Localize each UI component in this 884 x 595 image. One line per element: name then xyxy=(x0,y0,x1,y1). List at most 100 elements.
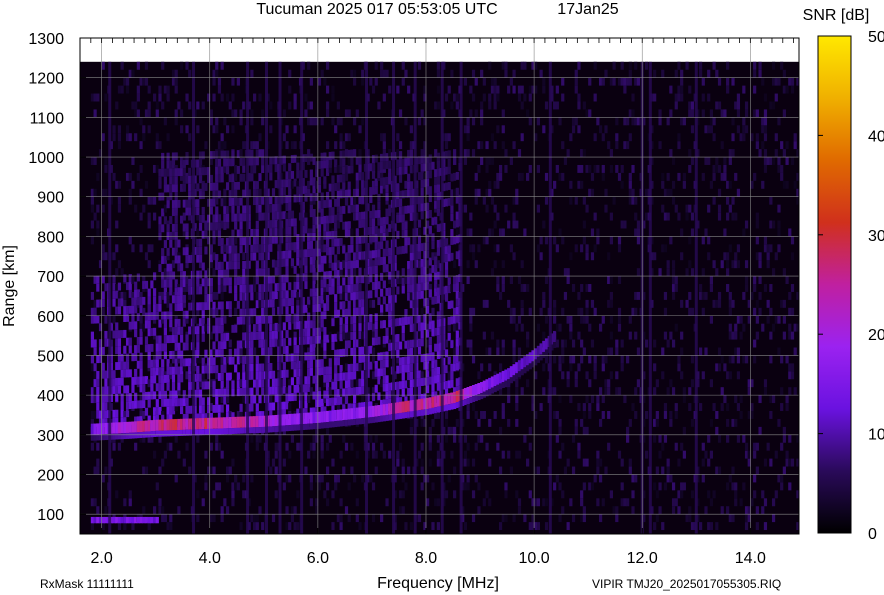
noise-cell xyxy=(515,395,519,404)
noise-cell xyxy=(593,474,597,483)
spread-cell xyxy=(331,318,335,327)
noise-cell xyxy=(653,522,657,531)
spread-cell xyxy=(147,352,151,361)
spread-cell xyxy=(128,345,132,354)
noise-cell xyxy=(242,323,246,332)
spread-cell xyxy=(215,396,219,405)
spread-cell xyxy=(261,196,265,205)
noise-cell xyxy=(455,101,459,110)
noise-cell xyxy=(344,506,349,515)
noise-cell xyxy=(604,466,608,475)
noise-cell xyxy=(404,522,408,531)
spread-cell xyxy=(234,221,238,230)
noise-cell xyxy=(555,474,559,483)
noise-cell xyxy=(517,506,522,515)
noise-cell xyxy=(585,371,589,380)
spread-cell xyxy=(196,199,200,208)
noise-cell xyxy=(463,204,468,213)
noise-cell xyxy=(401,466,405,475)
spread-cell xyxy=(161,383,165,391)
noise-cell xyxy=(204,474,208,483)
noise-cell xyxy=(480,363,484,372)
spread-cell xyxy=(163,343,167,352)
spread-cell xyxy=(255,181,259,190)
noise-cell xyxy=(501,125,505,134)
noise-cell xyxy=(250,69,254,78)
spread-cell xyxy=(220,372,224,381)
spread-cell xyxy=(417,251,422,260)
noise-cell xyxy=(96,228,100,237)
noise-cell xyxy=(125,77,130,86)
noise-cell xyxy=(474,474,478,483)
spread-cell xyxy=(209,174,213,183)
noise-cell xyxy=(112,172,116,181)
noise-cell xyxy=(593,355,597,364)
noise-cell xyxy=(569,498,573,507)
spread-cell xyxy=(377,209,381,218)
spread-cell xyxy=(120,401,124,410)
noise-cell xyxy=(358,244,362,253)
noise-cell xyxy=(274,466,278,475)
spread-cell xyxy=(196,334,200,343)
spread-cell xyxy=(385,264,389,273)
spread-cell xyxy=(388,160,392,169)
noise-cell xyxy=(288,474,292,483)
noise-cell xyxy=(520,260,524,269)
spread-cell xyxy=(142,384,146,393)
noise-cell xyxy=(661,442,665,451)
spread-cell xyxy=(161,248,165,257)
noise-cell xyxy=(469,315,473,324)
noise-cell xyxy=(615,133,619,142)
noise-cell xyxy=(507,220,511,229)
spread-cell xyxy=(320,263,324,272)
spread-cell xyxy=(455,283,459,291)
spread-cell xyxy=(450,213,454,222)
noise-cell xyxy=(231,125,235,134)
noise-cell xyxy=(477,188,481,197)
noise-cell xyxy=(604,355,608,364)
noise-cell xyxy=(250,434,254,443)
noise-cell xyxy=(474,260,478,269)
noise-cell xyxy=(320,434,324,443)
noise-cell xyxy=(596,498,600,507)
spread-cell xyxy=(217,230,222,239)
noise-cell xyxy=(239,117,243,126)
noise-cell xyxy=(436,450,440,459)
noise-cell xyxy=(234,307,238,316)
spread-cell xyxy=(312,209,316,217)
noise-cell xyxy=(558,482,562,491)
noise-cell xyxy=(482,196,486,205)
noise-cell xyxy=(231,498,235,507)
spread-cell xyxy=(117,306,122,315)
spread-cell xyxy=(236,261,240,270)
noise-cell xyxy=(285,141,289,150)
spread-cell xyxy=(385,375,389,384)
noise-cell xyxy=(396,133,400,142)
noise-cell xyxy=(496,442,500,451)
noise-cell xyxy=(544,196,549,205)
noise-cell xyxy=(636,220,641,229)
noise-cell xyxy=(155,109,159,118)
noise-cell xyxy=(582,196,586,205)
spread-cell xyxy=(369,314,373,323)
noise-cell xyxy=(680,77,684,86)
spread-cell xyxy=(339,214,343,223)
noise-cell xyxy=(258,434,262,443)
noise-cell xyxy=(201,101,205,110)
noise-cell xyxy=(325,101,330,110)
spread-cell xyxy=(198,238,203,247)
spread-cell xyxy=(304,265,308,274)
spread-cell xyxy=(96,315,100,324)
noise-cell xyxy=(555,244,559,253)
noise-cell xyxy=(93,212,97,221)
spread-cell xyxy=(271,402,276,411)
noise-cell xyxy=(150,244,154,253)
spread-cell xyxy=(317,176,322,185)
spread-cell xyxy=(236,372,240,381)
noise-cell xyxy=(444,141,449,150)
noise-cell xyxy=(512,141,516,150)
noise-cell xyxy=(620,339,624,348)
noise-cell xyxy=(201,498,205,507)
spread-cell xyxy=(404,245,408,254)
noise-cell xyxy=(388,85,392,94)
